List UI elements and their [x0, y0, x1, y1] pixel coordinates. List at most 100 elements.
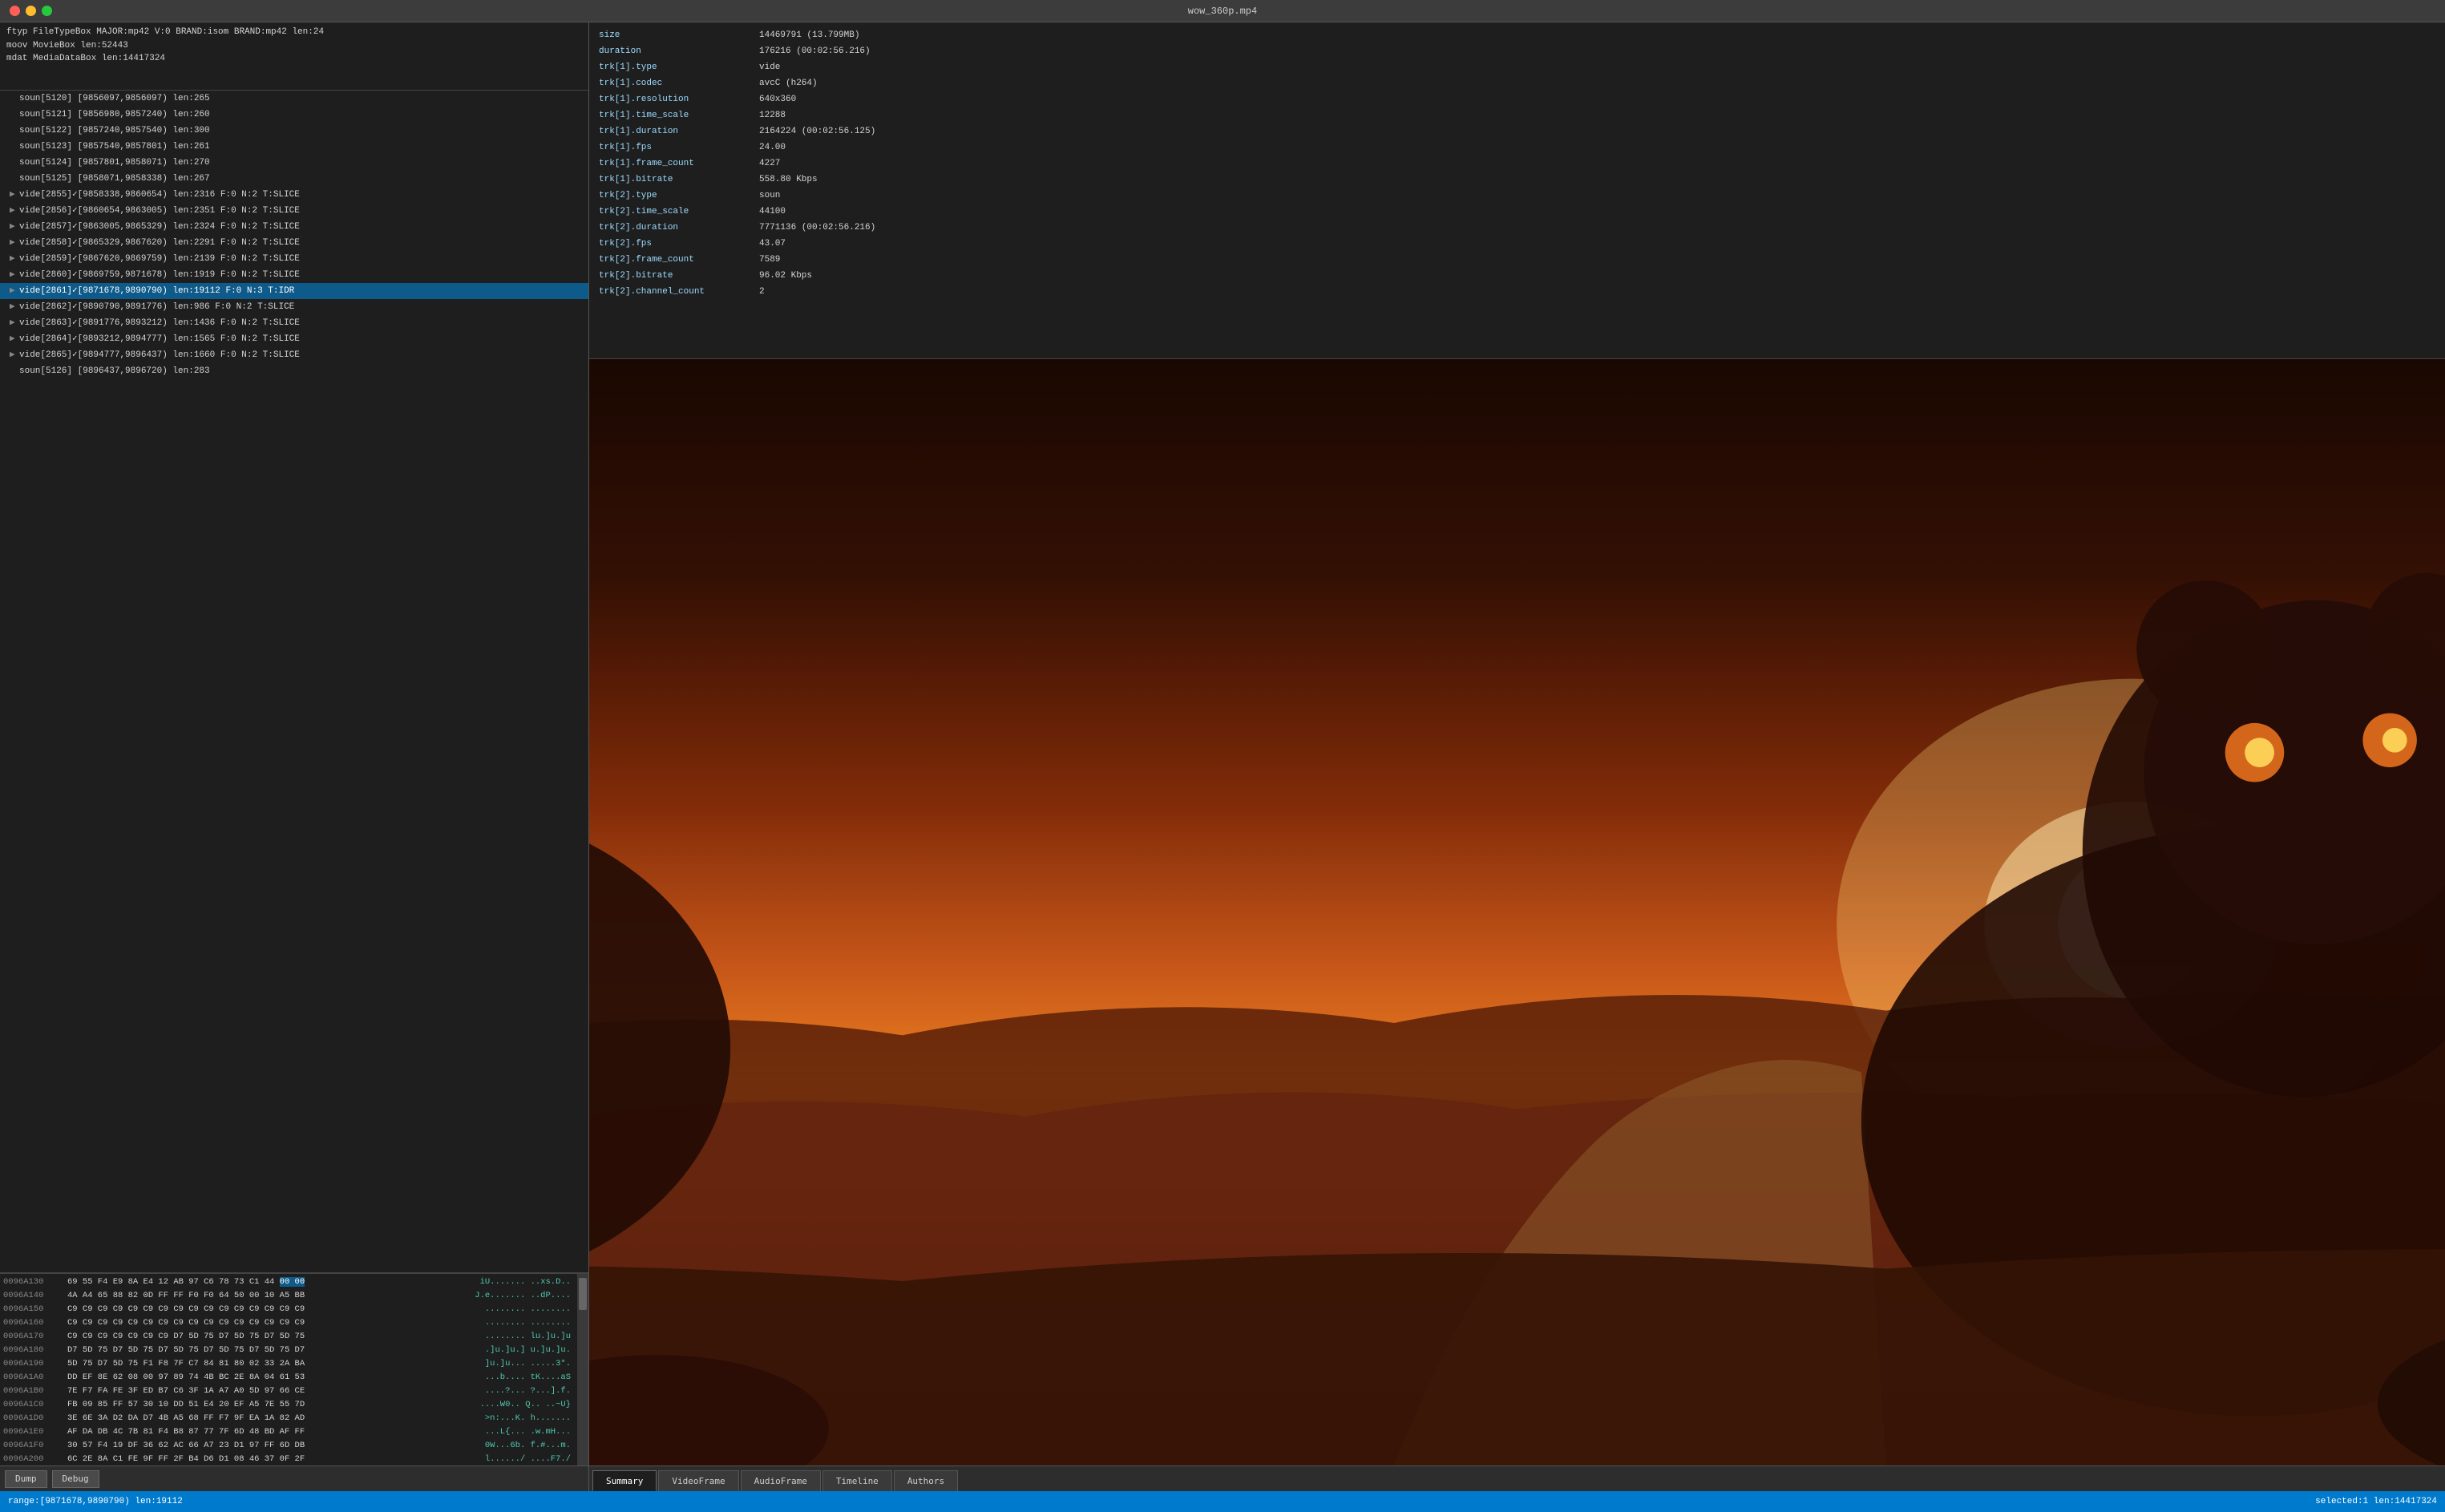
frame-row[interactable]: ▶ vide[2859]✓[9867620,9869759) len:2139 …: [0, 251, 588, 267]
status-selected: selected:1 len:14417324: [2315, 1497, 2437, 1506]
tab-authors[interactable]: Authors: [894, 1470, 958, 1491]
hex-address: 0096A1B0: [3, 1385, 61, 1398]
hex-row[interactable]: 0096A180D7 5D 75 D7 5D 75 D7 5D 75 D7 5D…: [3, 1344, 574, 1357]
hex-row[interactable]: 0096A1404A A4 65 88 82 0D FF FF F0 F0 64…: [3, 1289, 574, 1303]
frame-list[interactable]: soun[5120] [9856097,9856097) len:265 sou…: [0, 91, 588, 1273]
tab-audioframe[interactable]: AudioFrame: [741, 1470, 821, 1491]
hex-bytes: C9 C9 C9 C9 C9 C9 C9 D7 5D 75 D7 5D 75 D…: [67, 1330, 463, 1344]
property-key: trk[2].duration: [599, 223, 759, 232]
frame-row[interactable]: soun[5126] [9896437,9896720) len:283: [0, 363, 588, 379]
frame-row-text: soun[5124] [9857801,9858071) len:270: [19, 155, 210, 171]
preview-svg: [589, 359, 2445, 1466]
frame-row[interactable]: ▶ vide[2855]✓[9858338,9860654) len:2316 …: [0, 187, 588, 203]
hex-bytes: C9 C9 C9 C9 C9 C9 C9 C9 C9 C9 C9 C9 C9 C…: [67, 1316, 463, 1330]
file-info-line-1: ftyp FileTypeBox MAJOR:mp42 V:0 BRAND:is…: [6, 26, 582, 39]
property-key: trk[2].fps: [599, 239, 759, 249]
frame-row[interactable]: soun[5120] [9856097,9856097) len:265: [0, 91, 588, 107]
hex-row[interactable]: 0096A2006C 2E 8A C1 FE 9F FF 2F B4 D6 D1…: [3, 1453, 574, 1466]
maximize-button[interactable]: [42, 6, 52, 16]
hex-ascii: l....../ ....F7./: [470, 1453, 574, 1466]
frame-row[interactable]: ▶ vide[2862]✓[9890790,9891776) len:986 F…: [0, 299, 588, 315]
dump-button[interactable]: Dump: [5, 1470, 47, 1488]
frame-row[interactable]: ▶ vide[2857]✓[9863005,9865329) len:2324 …: [0, 219, 588, 235]
window-controls: [10, 6, 52, 16]
close-button[interactable]: [10, 6, 20, 16]
tab-bar: SummaryVideoFrameAudioFrameTimelineAutho…: [589, 1466, 2445, 1491]
frame-row[interactable]: ▶ vide[2861]✓[9871678,9890790) len:19112…: [0, 283, 588, 299]
minimize-button[interactable]: [26, 6, 36, 16]
file-info: ftyp FileTypeBox MAJOR:mp42 V:0 BRAND:is…: [0, 22, 588, 91]
hex-main[interactable]: 0096A13069 55 F4 E9 8A E4 12 AB 97 C6 78…: [0, 1274, 577, 1466]
frame-row[interactable]: ▶ vide[2864]✓[9893212,9894777) len:1565 …: [0, 331, 588, 347]
tab-timeline[interactable]: Timeline: [822, 1470, 892, 1491]
hex-row[interactable]: 0096A13069 55 F4 E9 8A E4 12 AB 97 C6 78…: [3, 1275, 574, 1289]
frame-row[interactable]: soun[5123] [9857540,9857801) len:261: [0, 139, 588, 155]
hex-ascii: iU....... ..xs.D..: [470, 1275, 574, 1289]
property-value: soun: [759, 191, 780, 200]
hex-address: 0096A190: [3, 1357, 61, 1371]
hex-row[interactable]: 0096A1C0FB 09 85 FF 57 30 10 DD 51 E4 20…: [3, 1398, 574, 1412]
right-panel: size14469791 (13.799MB)duration176216 (0…: [589, 22, 2445, 1491]
property-row: trk[2].typesoun: [589, 188, 2445, 204]
hex-row[interactable]: 0096A1D03E 6E 3A D2 DA D7 4B A5 68 FF F7…: [3, 1412, 574, 1425]
hex-bytes: 7E F7 FA FE 3F ED B7 C6 3F 1A A7 A0 5D 9…: [67, 1385, 463, 1398]
debug-button[interactable]: Debug: [52, 1470, 99, 1488]
property-row: trk[1].resolution640x360: [589, 91, 2445, 107]
frame-row[interactable]: ▶ vide[2858]✓[9865329,9867620) len:2291 …: [0, 235, 588, 251]
hex-ascii: ........ ........: [470, 1316, 574, 1330]
hex-scrollbar[interactable]: [577, 1274, 588, 1466]
hex-ascii: ....W0.. Q.. ..~U}: [470, 1398, 574, 1412]
frame-row-text: vide[2861]✓[9871678,9890790) len:19112 F…: [19, 283, 294, 299]
property-row: trk[2].duration7771136 (00:02:56.216): [589, 220, 2445, 236]
property-row: trk[2].frame_count7589: [589, 252, 2445, 268]
frame-row[interactable]: soun[5121] [9856980,9857240) len:260: [0, 107, 588, 123]
hex-row[interactable]: 0096A170 C9 C9 C9 C9 C9 C9 C9 D7 5D 75 D7…: [3, 1330, 574, 1344]
frame-row-text: vide[2857]✓[9863005,9865329) len:2324 F:…: [19, 219, 300, 235]
hex-row[interactable]: 0096A1E0AF DA DB 4C 7B 81 F4 B8 87 77 7F…: [3, 1425, 574, 1439]
hex-row[interactable]: 0096A1B0 7E F7 FA FE 3F ED B7 C6 3F 1A A7…: [3, 1385, 574, 1398]
property-key: trk[1].codec: [599, 79, 759, 88]
hex-row[interactable]: 0096A1A0DD EF 8E 62 08 00 97 89 74 4B BC…: [3, 1371, 574, 1385]
hex-ascii: ...L{... .w.mH...: [470, 1425, 574, 1439]
hex-row[interactable]: 0096A160 C9 C9 C9 C9 C9 C9 C9 C9 C9 C9 C9…: [3, 1316, 574, 1330]
frame-row-text: soun[5122] [9857240,9857540) len:300: [19, 123, 210, 139]
property-key: duration: [599, 46, 759, 56]
property-row: trk[2].fps43.07: [589, 236, 2445, 252]
hex-ascii: >n:...K. h.......: [470, 1412, 574, 1425]
tab-summary[interactable]: Summary: [592, 1470, 657, 1491]
property-value: 2: [759, 287, 765, 297]
frame-row[interactable]: ▶ vide[2856]✓[9860654,9863005) len:2351 …: [0, 203, 588, 219]
frame-row-text: vide[2864]✓[9893212,9894777) len:1565 F:…: [19, 331, 300, 347]
property-key: trk[1].fps: [599, 143, 759, 152]
hex-bytes: 6C 2E 8A C1 FE 9F FF 2F B4 D6 D1 08 46 3…: [67, 1453, 463, 1466]
hex-address: 0096A140: [3, 1289, 61, 1303]
hex-address: 0096A170: [3, 1330, 61, 1344]
property-key: size: [599, 30, 759, 40]
property-key: trk[2].type: [599, 191, 759, 200]
hex-row[interactable]: 0096A1905D 75 D7 5D 75 F1 F8 7F C7 84 81…: [3, 1357, 574, 1371]
hex-ascii: ........ lu.]u.]u: [470, 1330, 574, 1344]
property-value: vide: [759, 63, 780, 72]
frame-row[interactable]: ▶ vide[2863]✓[9891776,9893212) len:1436 …: [0, 315, 588, 331]
frame-row[interactable]: soun[5122] [9857240,9857540) len:300: [0, 123, 588, 139]
hex-address: 0096A160: [3, 1316, 61, 1330]
hex-address: 0096A1D0: [3, 1412, 61, 1425]
properties-table[interactable]: size14469791 (13.799MB)duration176216 (0…: [589, 22, 2445, 359]
property-value: 176216 (00:02:56.216): [759, 46, 871, 56]
frame-row[interactable]: ▶ vide[2860]✓[9869759,9871678) len:1919 …: [0, 267, 588, 283]
hex-bytes: 30 57 F4 19 DF 36 62 AC 66 A7 23 D1 97 F…: [67, 1439, 463, 1453]
hex-scrollbar-thumb[interactable]: [579, 1278, 587, 1310]
frame-row[interactable]: ▶ vide[2865]✓[9894777,9896437) len:1660 …: [0, 347, 588, 363]
hex-row[interactable]: 0096A150C9 C9 C9 C9 C9 C9 C9 C9 C9 C9 C9…: [3, 1303, 574, 1316]
hex-row[interactable]: 0096A1F030 57 F4 19 DF 36 62 AC 66 A7 23…: [3, 1439, 574, 1453]
tab-videoframe[interactable]: VideoFrame: [658, 1470, 738, 1491]
property-row: trk[2].time_scale44100: [589, 204, 2445, 220]
property-key: trk[1].time_scale: [599, 111, 759, 120]
property-key: trk[1].bitrate: [599, 175, 759, 184]
frame-row[interactable]: soun[5124] [9857801,9858071) len:270: [0, 155, 588, 171]
hex-bytes: C9 C9 C9 C9 C9 C9 C9 C9 C9 C9 C9 C9 C9 C…: [67, 1303, 463, 1316]
frame-row-text: soun[5123] [9857540,9857801) len:261: [19, 139, 210, 155]
property-value: 2164224 (00:02:56.125): [759, 127, 875, 136]
frame-row[interactable]: soun[5125] [9858071,9858338) len:267: [0, 171, 588, 187]
property-key: trk[2].bitrate: [599, 271, 759, 281]
